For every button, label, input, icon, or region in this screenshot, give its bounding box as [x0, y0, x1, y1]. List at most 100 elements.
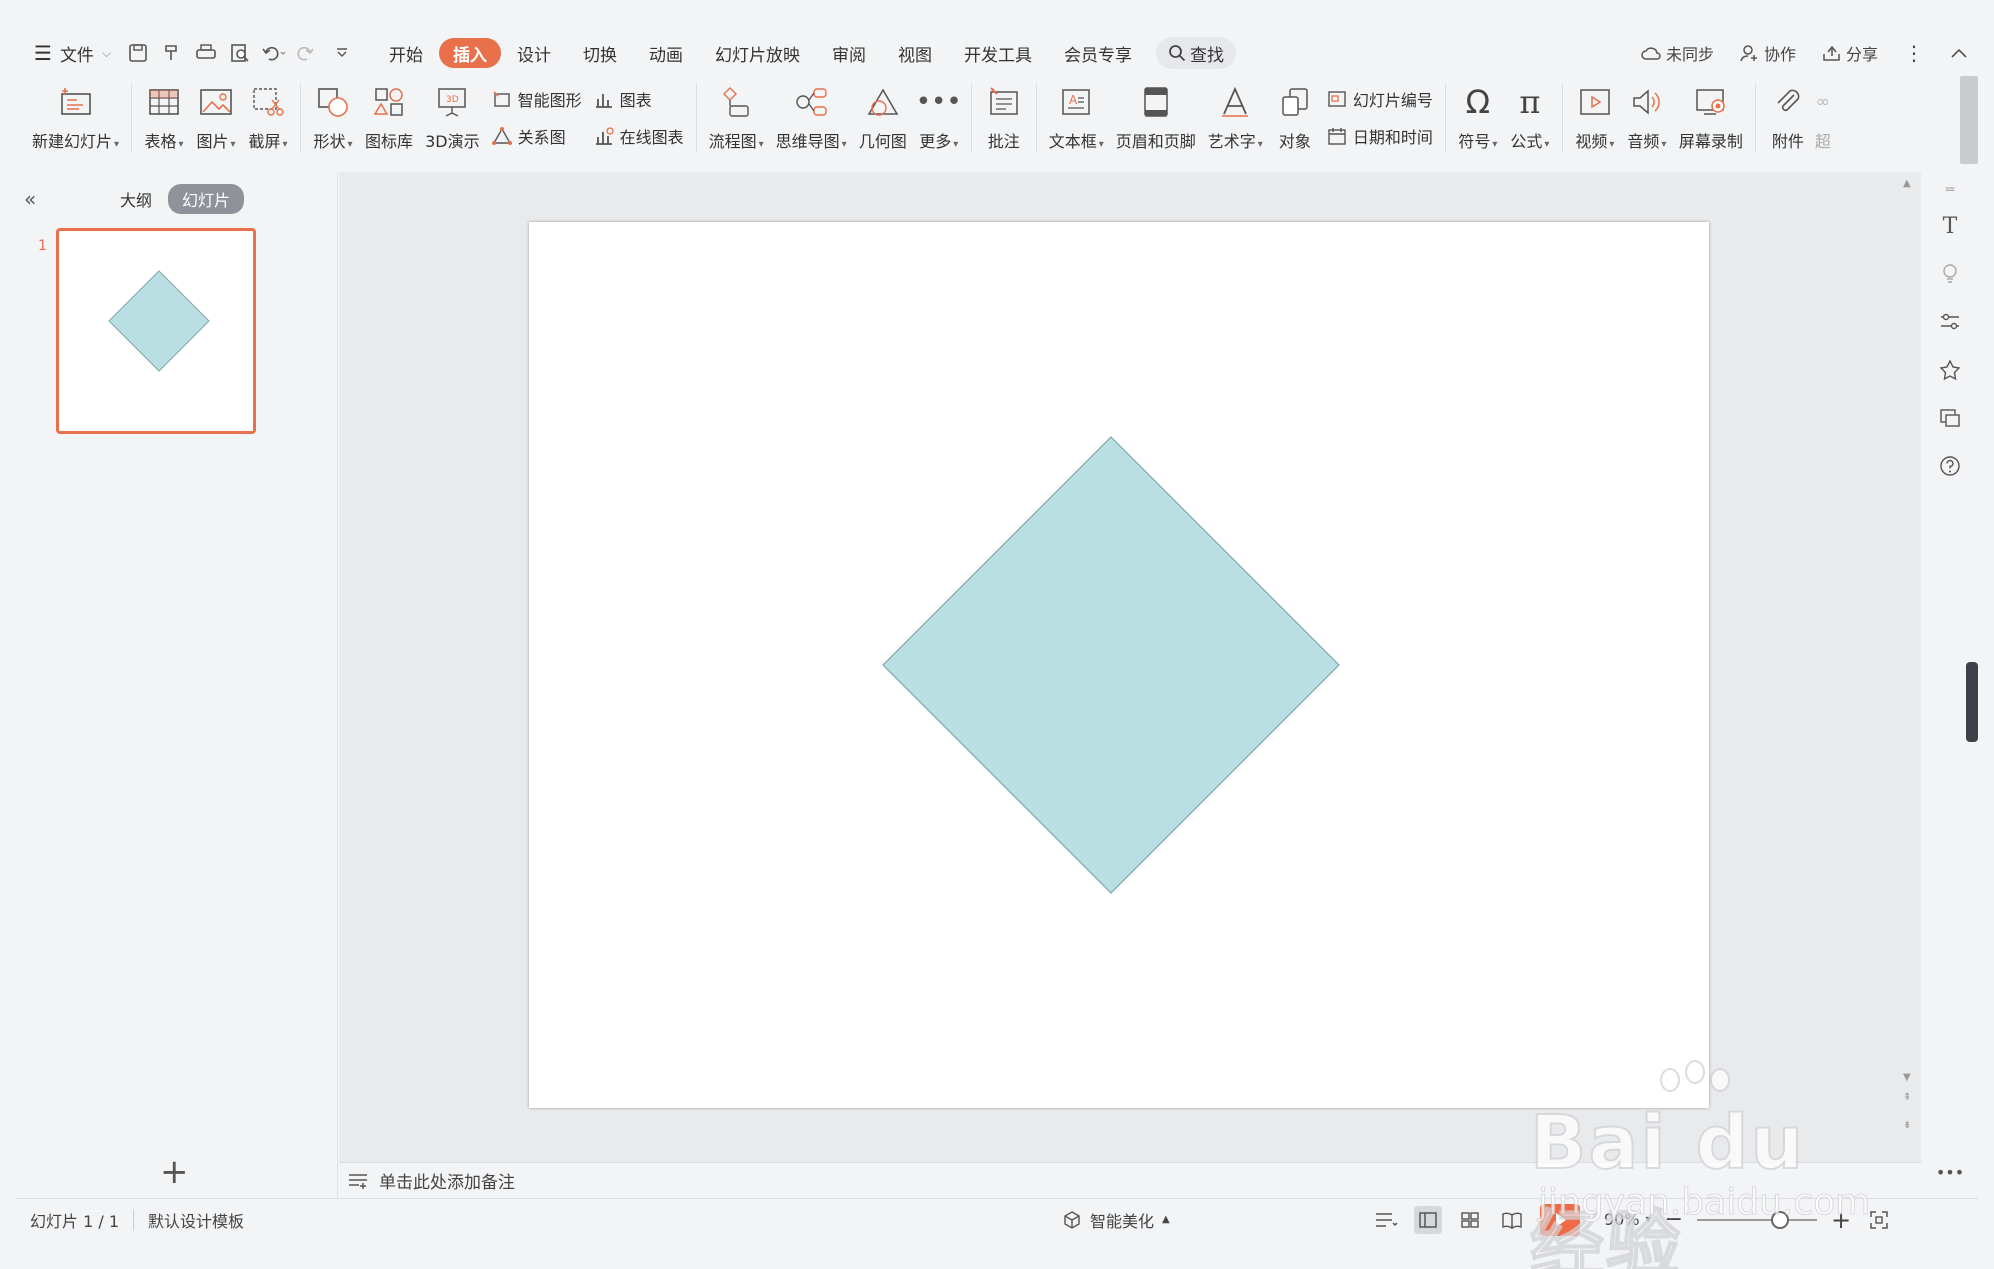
slide-sorter-icon[interactable] [1456, 1206, 1484, 1234]
scissors-icon [248, 82, 288, 122]
picture-icon [196, 82, 236, 122]
save-icon[interactable] [121, 36, 155, 70]
canvas-scrollbar[interactable]: ▲ ▼ ⇞ ⇟ [1901, 172, 1915, 1167]
audio-button[interactable]: 音频 ▾ [1621, 76, 1673, 160]
icon-library-button[interactable]: 图标库 [359, 76, 419, 160]
normal-view-icon[interactable] [1414, 1205, 1442, 1234]
tab-transition[interactable]: 切换 [567, 38, 633, 68]
wordart-button[interactable]: 艺术字 ▾ [1202, 76, 1269, 160]
redo-icon[interactable] [291, 36, 325, 70]
hyperlink-button[interactable]: ∞ 超 [1814, 76, 1836, 160]
tab-developer[interactable]: 开发工具 [948, 38, 1048, 68]
ribbon-divider [300, 84, 302, 152]
icon-library-label: 图标库 [365, 132, 414, 151]
ribbon-divider [970, 84, 972, 152]
adjust-sliders-icon[interactable] [1936, 308, 1964, 336]
sync-status-button[interactable]: 未同步 [1630, 36, 1724, 70]
tab-member[interactable]: 会员专享 [1048, 38, 1148, 68]
textbox-button[interactable]: A 文本框 ▾ [1043, 76, 1110, 160]
collaborate-button[interactable]: 协作 [1730, 36, 1806, 70]
tab-view[interactable]: 视图 [882, 38, 948, 68]
ribbon-scroll-button[interactable] [1960, 76, 1978, 164]
relation-button[interactable]: 关系图 [491, 121, 582, 151]
attachment-button[interactable]: 附件 [1762, 76, 1814, 160]
slide[interactable] [529, 222, 1709, 1108]
mindmap-button[interactable]: 思维导图 ▾ [770, 76, 853, 160]
tab-home[interactable]: 开始 [373, 38, 439, 68]
reading-view-icon[interactable] [1498, 1206, 1526, 1234]
mindmap-label: 思维导图 [775, 132, 840, 151]
add-slide-button[interactable]: + [160, 1152, 189, 1192]
next-page-icon[interactable]: ⇟ [1903, 1120, 1911, 1131]
comment-button[interactable]: 批注 [978, 76, 1030, 160]
slide-number-button[interactable]: 幻灯片编号 [1327, 84, 1433, 114]
smart-graphic-label: 智能图形 [517, 90, 582, 110]
tab-slides[interactable]: 幻灯片 [168, 184, 245, 214]
screen-record-icon [1691, 82, 1731, 122]
3d-demo-button[interactable]: 3D 3D演示 [419, 76, 486, 160]
diamond-shape[interactable] [882, 436, 1340, 894]
rail-more-icon[interactable]: ••• [1936, 1158, 1964, 1186]
geometry-button[interactable]: 几何图 [853, 76, 913, 160]
formula-button[interactable]: π 公式 ▾ [1504, 76, 1556, 160]
tab-design[interactable]: 设计 [501, 38, 567, 68]
table-icon [144, 82, 184, 122]
screen-record-button[interactable]: 屏幕录制 [1673, 76, 1749, 160]
prev-page-icon[interactable]: ⇞ [1903, 1092, 1911, 1103]
slide-transition-icon[interactable] [1936, 404, 1964, 432]
share-button[interactable]: 分享 [1812, 36, 1888, 70]
table-button[interactable]: 表格 ▾ [138, 76, 190, 160]
ribbon-divider [695, 84, 697, 152]
object-button[interactable]: 对象 [1269, 76, 1321, 160]
screenshot-label: 截屏 [248, 132, 281, 151]
screenshot-button[interactable]: 截屏 ▾ [242, 76, 294, 160]
ribbon-divider [131, 84, 133, 152]
help-icon[interactable] [1936, 452, 1964, 480]
relation-label: 关系图 [517, 127, 566, 147]
video-button[interactable]: 视频 ▾ [1569, 76, 1621, 160]
tab-animation[interactable]: 动画 [633, 38, 699, 68]
smart-beautify-label: 智能美化 [1090, 1211, 1155, 1231]
print-icon[interactable] [189, 36, 223, 70]
shape-button[interactable]: 形状 ▾ [307, 76, 359, 160]
comment-label: 批注 [987, 132, 1020, 151]
symbol-button[interactable]: Ω 符号 ▾ [1452, 76, 1504, 160]
collapse-ribbon-icon[interactable] [1940, 36, 1978, 70]
scroll-up-icon[interactable]: ▲ [1903, 178, 1911, 189]
tab-outline[interactable]: 大纲 [120, 187, 152, 211]
speaker-icon [1627, 82, 1667, 122]
collapse-panel-icon[interactable]: « [24, 187, 36, 211]
scroll-down-icon[interactable]: ▼ [1903, 1072, 1911, 1083]
chart-button[interactable]: 图表 [594, 84, 684, 114]
share-icon [1823, 45, 1840, 61]
new-slide-button[interactable]: 新建幻灯片 ▾ [26, 76, 125, 160]
customize-quick-access-icon[interactable] [325, 36, 359, 70]
datetime-button[interactable]: 日期和时间 [1327, 121, 1433, 151]
smart-beautify-button[interactable]: 智能美化 ▲ [1062, 1208, 1170, 1232]
format-painter-icon[interactable] [155, 36, 189, 70]
text-format-icon[interactable]: T [1936, 212, 1964, 240]
file-menu[interactable]: ☰ 文件 ⌵ [16, 36, 121, 70]
header-footer-button[interactable]: 页眉和页脚 [1110, 76, 1202, 160]
share-label: 分享 [1845, 45, 1878, 64]
undo-icon[interactable] [257, 36, 291, 70]
notes-toggle-icon[interactable] [1372, 1206, 1400, 1234]
tab-review[interactable]: 审阅 [816, 38, 882, 68]
rail-drag-handle[interactable] [1966, 662, 1978, 742]
lightbulb-icon[interactable] [1936, 260, 1964, 288]
table-label: 表格 [144, 132, 177, 151]
online-chart-button[interactable]: 在线图表 [594, 121, 684, 151]
tab-insert[interactable]: 插入 [439, 38, 502, 68]
slide-thumbnail[interactable] [56, 228, 256, 434]
print-preview-icon[interactable] [223, 36, 257, 70]
star-icon[interactable] [1936, 356, 1964, 384]
flowchart-button[interactable]: 流程图 ▾ [703, 76, 770, 160]
picture-button[interactable]: 图片 ▾ [190, 76, 242, 160]
tab-slideshow[interactable]: 幻灯片放映 [699, 38, 816, 68]
search-button[interactable]: 查找 [1156, 37, 1237, 69]
template-name[interactable]: 默认设计模板 [148, 1208, 244, 1232]
more-options-icon[interactable]: ⋮ [1894, 36, 1934, 70]
hyperlink-icon: ∞ [1815, 92, 1830, 112]
more-button[interactable]: ••• 更多 ▾ [913, 76, 965, 160]
smart-graphic-button[interactable]: 智能图形 [492, 84, 582, 114]
